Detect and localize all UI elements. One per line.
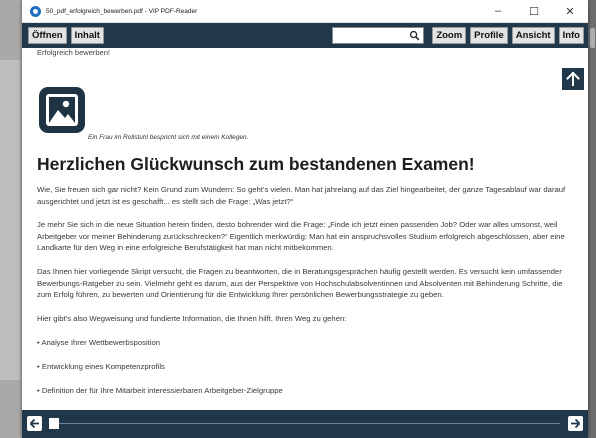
- background-scrollbar-thumb: [590, 28, 595, 48]
- title-bar: 50_pdf_erfolgreich_bewerben.pdf - VIP PD…: [22, 0, 588, 23]
- document-view[interactable]: Erfolgreich bewerben! Ein Frau im Rollst…: [22, 48, 588, 410]
- background-window-right: [588, 0, 596, 438]
- paragraph-intro: Wie, Sie freuen sich gar nicht? Kein Gru…: [37, 185, 566, 206]
- app-icon: [30, 5, 41, 17]
- image-placeholder-icon: [39, 87, 85, 133]
- pdf-reader-window: 50_pdf_erfolgreich_bewerben.pdf - VIP PD…: [22, 0, 588, 438]
- previous-page-button[interactable]: [27, 416, 42, 431]
- list-item: • Entwicklung eines Kompetenzprofils: [37, 362, 165, 371]
- arrow-left-icon: [29, 418, 39, 429]
- view-button[interactable]: Ansicht: [511, 27, 555, 44]
- list-item: • Analyse Ihrer Wettbewerbsposition: [37, 338, 161, 347]
- paragraph-situation: Je mehr Sie sich in die neue Situation h…: [37, 220, 565, 252]
- page-slider-track[interactable]: [50, 423, 560, 424]
- close-button[interactable]: ✕: [552, 0, 588, 22]
- search-field[interactable]: [332, 27, 425, 45]
- window-controls: – ☐ ✕: [480, 0, 588, 22]
- contents-button[interactable]: Inhalt: [70, 27, 104, 44]
- arrow-right-icon: [571, 418, 581, 429]
- next-page-button[interactable]: [568, 416, 583, 431]
- running-head: Erfolgreich bewerben!: [37, 48, 110, 57]
- document-heading: Herzlichen Glückwunsch zum bestandenen E…: [37, 154, 475, 174]
- paragraph-guidance: Hier gibt’s also Wegweisung und fundiert…: [37, 314, 347, 323]
- search-icon[interactable]: [409, 30, 420, 41]
- window-title: 50_pdf_erfolgreich_bewerben.pdf - VIP PD…: [46, 7, 198, 15]
- zoom-button[interactable]: Zoom: [432, 27, 467, 44]
- info-button[interactable]: Info: [558, 27, 584, 44]
- toolbar: Öffnen Inhalt Zoom Profile Ansicht Info: [22, 23, 588, 48]
- background-window-left: [0, 0, 22, 438]
- maximize-button[interactable]: ☐: [516, 0, 552, 22]
- search-input[interactable]: [335, 31, 410, 45]
- open-button[interactable]: Öffnen: [28, 27, 67, 44]
- scroll-up-button[interactable]: [562, 68, 584, 90]
- background-window-panel: [0, 60, 20, 380]
- image-caption: Ein Frau im Rollstuhl bespricht sich mit…: [88, 134, 249, 141]
- paragraph-script: Das Ihnen hier vorliegende Skript versuc…: [37, 267, 563, 299]
- list-item: • Definition der für Ihre Mitarbeit inte…: [37, 386, 283, 395]
- page-navigation-bar: [22, 410, 588, 438]
- page-slider-handle[interactable]: [49, 418, 59, 429]
- profile-button[interactable]: Profile: [470, 27, 508, 44]
- minimize-button[interactable]: –: [480, 0, 516, 22]
- arrow-up-icon: [566, 71, 580, 86]
